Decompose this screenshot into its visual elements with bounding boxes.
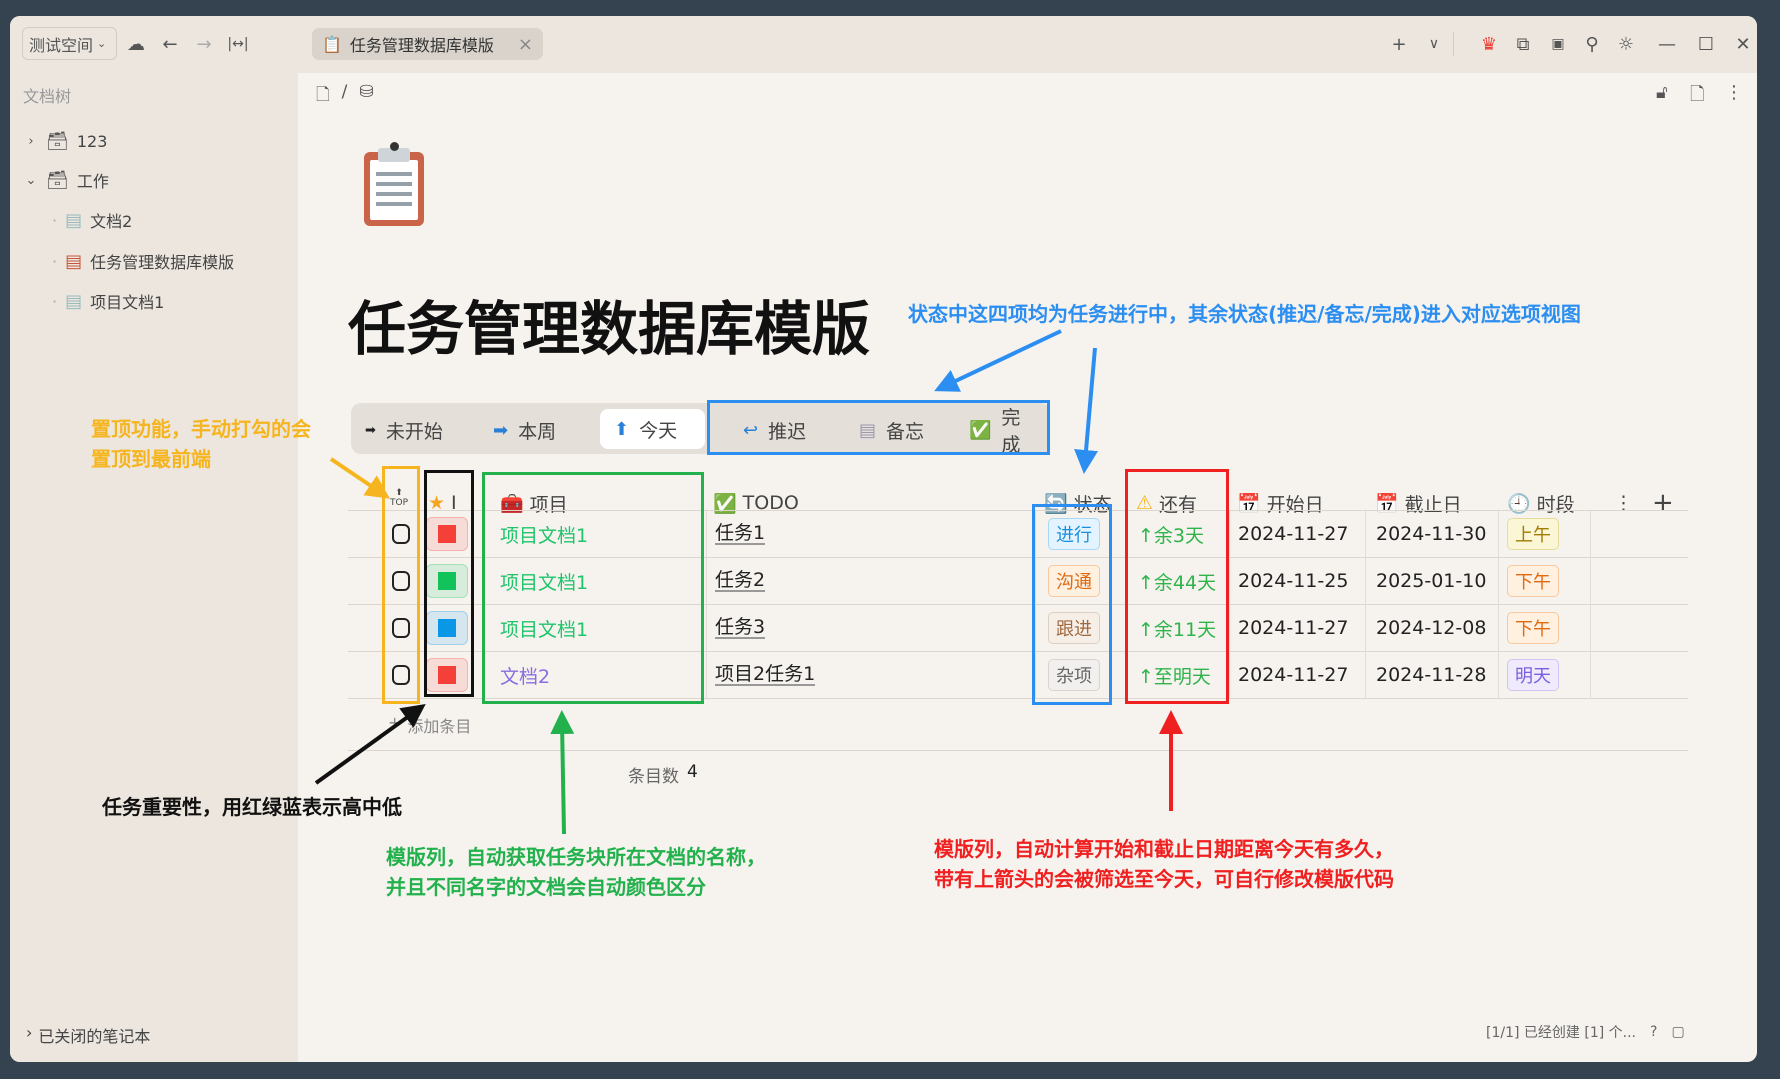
arrow-top [329,457,390,499]
annotation-arrows [314,329,1183,835]
arrow-project [550,710,575,835]
arrow-status-column [1074,347,1099,474]
arrow-status-views [934,329,1062,392]
arrow-importance [314,703,426,785]
